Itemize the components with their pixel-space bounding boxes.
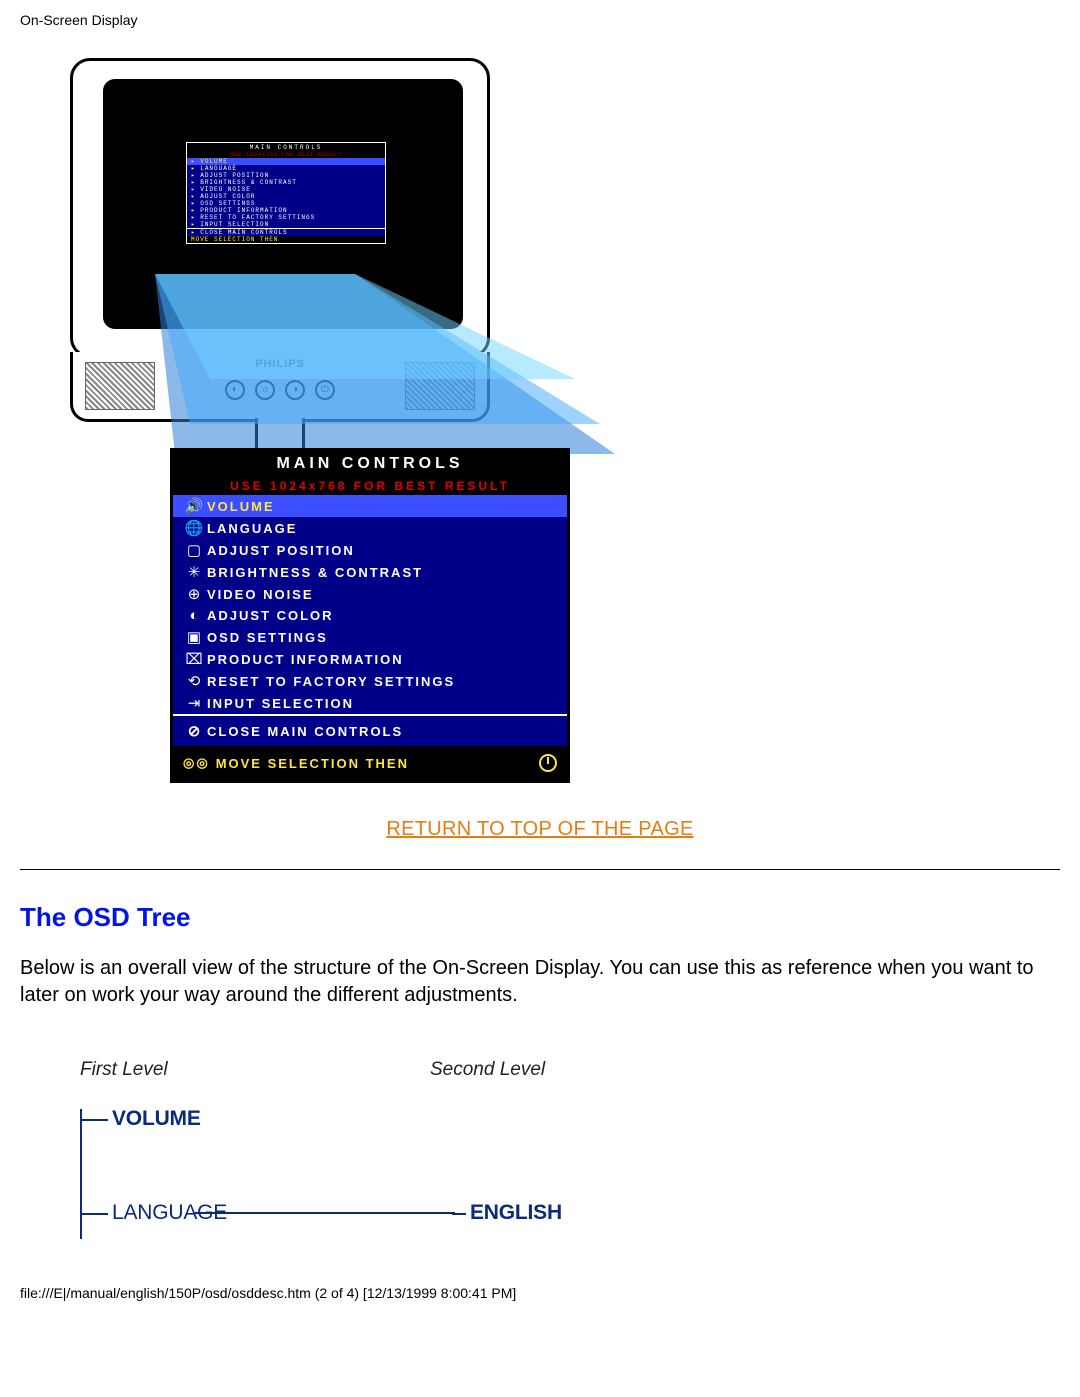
noise-icon: ⊕ xyxy=(183,585,207,603)
osd-item-language[interactable]: 🌐 LANGUAGE xyxy=(173,517,567,539)
crt-bezel: MAIN CONTROLS USE 1024x768 FOR BEST RESU… xyxy=(70,58,490,358)
osd-move-hint-label: MOVE SELECTION THEN xyxy=(216,756,409,771)
osd-tree-diagram: First Level Second Level VOLUME LANGUAGE… xyxy=(60,1059,1060,1239)
osd-small-item: ▸ OSD SETTINGS xyxy=(187,200,385,207)
osd-item-label: INPUT SELECTION xyxy=(207,696,354,711)
tree-header-first-level: First Level xyxy=(80,1059,168,1081)
osd-item-product-info[interactable]: ⌧ PRODUCT INFORMATION xyxy=(173,648,567,670)
osd-item-input-selection[interactable]: ⇥ INPUT SELECTION xyxy=(173,692,567,714)
monitor-knobs: ◐ ☼ ◑ ⏻ xyxy=(225,380,335,400)
osd-small-close: ▸ CLOSE MAIN CONTROLS xyxy=(187,228,385,236)
osd-item-label: BRIGHTNESS & CONTRAST xyxy=(207,565,423,580)
color-icon: ◐ xyxy=(183,607,207,624)
brightness-icon: ✳ xyxy=(183,563,207,581)
osd-small-item: ▸ ADJUST COLOR xyxy=(187,193,385,200)
osd-item-label: VIDEO NOISE xyxy=(207,587,314,602)
speaker-grill-icon xyxy=(405,362,475,410)
page-footer: file:///E|/manual/english/150P/osd/osdde… xyxy=(20,1285,1060,1301)
osd-small-item: ▸ BRIGHTNESS & CONTRAST xyxy=(187,179,385,186)
crt-base: PHILIPS ◐ ☼ ◑ ⏻ xyxy=(70,352,490,422)
osd-item-label: LANGUAGE xyxy=(207,521,297,536)
osd-close-main-controls[interactable]: ⊘ CLOSE MAIN CONTROLS xyxy=(173,714,567,746)
knob-icon: ◑ xyxy=(285,380,305,400)
tree-header-second-level: Second Level xyxy=(430,1059,545,1081)
tree-vertical-line xyxy=(80,1109,82,1239)
osd-small-item: ▸ ADJUST POSITION xyxy=(187,172,385,179)
osd-item-label: OSD SETTINGS xyxy=(207,630,328,645)
osd-item-brightness-contrast[interactable]: ✳ BRIGHTNESS & CONTRAST xyxy=(173,561,567,583)
osd-move-hint: ◎◎ MOVE SELECTION THEN xyxy=(173,746,567,780)
osd-tree-description: Below is an overall view of the structur… xyxy=(20,955,1060,1009)
crt-screen: MAIN CONTROLS USE 1024x768 FOR BEST RESU… xyxy=(103,79,463,329)
osd-title: MAIN CONTROLS xyxy=(173,451,567,477)
osd-large-panel: MAIN CONTROLS USE 1024x768 FOR BEST RESU… xyxy=(170,448,570,783)
osd-small-item: ▸ LANGUAGE xyxy=(187,165,385,172)
osd-item-video-noise[interactable]: ⊕ VIDEO NOISE xyxy=(173,583,567,605)
osd-item-reset[interactable]: ⟲ RESET TO FACTORY SETTINGS xyxy=(173,670,567,692)
osd-item-label: PRODUCT INFORMATION xyxy=(207,652,404,667)
tree-horizontal-line xyxy=(195,1212,455,1214)
volume-icon: 🔊 xyxy=(183,497,207,515)
section-title-osd-tree: The OSD Tree xyxy=(20,902,1060,933)
osd-item-adjust-color[interactable]: ◐ ADJUST COLOR xyxy=(173,605,567,626)
tree-node-english: ENGLISH xyxy=(470,1201,562,1225)
reset-icon: ⟲ xyxy=(183,672,207,690)
ok-knob-icon xyxy=(539,754,557,772)
osd-item-label: ADJUST POSITION xyxy=(207,543,355,558)
input-icon: ⇥ xyxy=(183,694,207,712)
return-to-top-link[interactable]: RETURN TO TOP OF THE PAGE xyxy=(386,818,693,840)
osd-small-item: ▸ VIDEO NOISE xyxy=(187,186,385,193)
knob-icon: ⏻ xyxy=(315,380,335,400)
osd-small-item: ▸ RESET TO FACTORY SETTINGS xyxy=(187,214,385,221)
crt-monitor: MAIN CONTROLS USE 1024x768 FOR BEST RESU… xyxy=(70,58,490,478)
divider xyxy=(20,869,1060,870)
osd-small-item: ▸ PRODUCT INFORMATION xyxy=(187,207,385,214)
osd-small-title: MAIN CONTROLS xyxy=(187,143,385,152)
osd-small-panel: MAIN CONTROLS USE 1024x768 FOR BEST RESU… xyxy=(186,142,386,244)
speaker-grill-icon xyxy=(85,362,155,410)
osd-item-label: VOLUME xyxy=(207,499,275,514)
position-icon: ▢ xyxy=(183,541,207,559)
osd-figure: MAIN CONTROLS USE 1024x768 FOR BEST RESU… xyxy=(70,58,590,808)
osd-small-move-hint: MOVE SELECTION THEN xyxy=(187,236,385,243)
osd-close-label: CLOSE MAIN CONTROLS xyxy=(207,724,403,739)
osd-item-label: ADJUST COLOR xyxy=(207,608,334,623)
osd-resolution-hint: USE 1024x768 FOR BEST RESULT xyxy=(173,477,567,495)
knob-icon: ☼ xyxy=(255,380,275,400)
osd-item-osd-settings[interactable]: ▣ OSD SETTINGS xyxy=(173,626,567,648)
info-icon: ⌧ xyxy=(183,650,207,668)
knob-icon: ◐ xyxy=(225,380,245,400)
return-to-top: RETURN TO TOP OF THE PAGE xyxy=(20,818,1060,841)
tree-node-volume: VOLUME xyxy=(112,1107,201,1131)
osd-small-item: ▸ VOLUME xyxy=(187,158,385,165)
osd-item-label: RESET TO FACTORY SETTINGS xyxy=(207,674,455,689)
page-header: On-Screen Display xyxy=(20,12,1060,28)
settings-icon: ▣ xyxy=(183,628,207,646)
monitor-brand-label: PHILIPS xyxy=(255,358,305,370)
close-icon: ⊘ xyxy=(183,722,207,740)
osd-small-item: ▸ INPUT SELECTION xyxy=(187,221,385,228)
dial-icon: ◎◎ xyxy=(183,755,210,771)
globe-icon: 🌐 xyxy=(183,519,207,537)
osd-item-adjust-position[interactable]: ▢ ADJUST POSITION xyxy=(173,539,567,561)
osd-item-volume[interactable]: 🔊 VOLUME xyxy=(173,495,567,517)
